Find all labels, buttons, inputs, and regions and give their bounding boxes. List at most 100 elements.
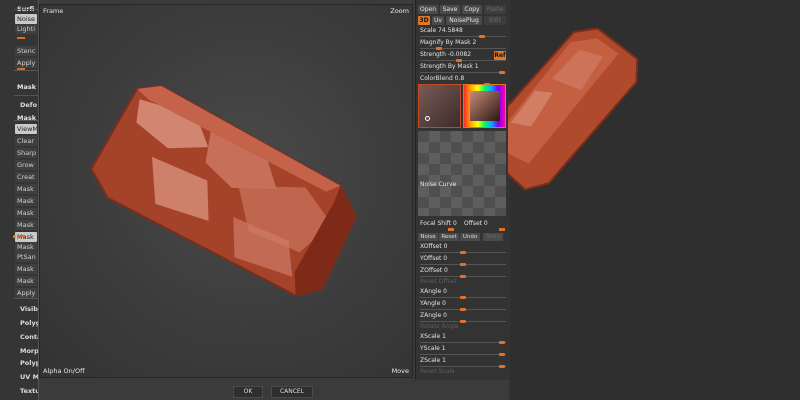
focal-shift-label[interactable]: Focal Shift xyxy=(420,220,451,227)
sub-palette-slider-knob[interactable] xyxy=(17,68,25,70)
sub-palette-item[interactable]: Apply xyxy=(15,58,37,68)
slider-knob[interactable] xyxy=(499,341,506,344)
sub-palette-item[interactable]: Noise xyxy=(15,14,37,24)
sub-palette-item[interactable]: PtSan xyxy=(15,252,37,262)
noise-curve-editor[interactable]: Noise Curve xyxy=(418,131,506,216)
save-button[interactable]: Save xyxy=(440,5,460,14)
ok-button[interactable]: OK xyxy=(233,386,263,398)
sub-palette-item[interactable]: Conta xyxy=(18,332,40,342)
copy-button[interactable]: Copy xyxy=(462,5,482,14)
slider[interactable]: ZOffset 0 xyxy=(418,267,506,278)
sub-palette-slider-knob[interactable] xyxy=(17,235,25,237)
slider[interactable]: YOffset 0 xyxy=(418,255,506,266)
slider-knob[interactable] xyxy=(499,71,506,74)
sub-palette-item[interactable]: ViewM xyxy=(15,124,37,134)
noise-maker-dialog: Frame Zoom Alpha On/Off Move Open Save C… xyxy=(38,0,510,400)
sub-palette-item[interactable]: Polyg xyxy=(18,318,40,328)
slider[interactable]: ZScale 1 xyxy=(418,357,506,368)
slider-knob[interactable] xyxy=(499,365,506,368)
slider[interactable]: Magnify By Mask 2 xyxy=(418,39,506,50)
slider[interactable]: Strength By Mask 1 xyxy=(418,63,506,74)
slider-knob[interactable] xyxy=(436,47,442,50)
noise-curve-label: Noise Curve xyxy=(420,181,457,188)
noise-preview-viewport[interactable]: Frame Zoom Alpha On/Off Move xyxy=(39,4,413,378)
sub-palette-item[interactable]: Mask xyxy=(15,208,37,218)
sub-palette-item[interactable]: UV M xyxy=(18,372,40,382)
sub-palette-item[interactable]: Lighti xyxy=(15,24,37,34)
slider-knob[interactable] xyxy=(460,296,466,299)
paste-button[interactable]: Paste xyxy=(484,5,506,14)
redo-curve-button[interactable]: Redo xyxy=(483,233,503,241)
slider[interactable]: YScale 1 xyxy=(418,345,506,356)
canvas-mesh xyxy=(508,27,639,191)
sub-palette-item[interactable]: Mask xyxy=(15,184,37,194)
sub-palette-item[interactable]: Stenc xyxy=(15,46,37,56)
reset-curve-button[interactable]: Reset xyxy=(439,233,459,241)
sub-palette-item[interactable]: Grow xyxy=(15,160,37,170)
slider[interactable]: XOffset 0 xyxy=(418,243,506,254)
slider-track[interactable] xyxy=(420,342,506,343)
sub-palette-item[interactable]: Mask xyxy=(15,276,37,286)
rotate-angle-button[interactable]: Rotate Angle xyxy=(420,323,459,330)
sub-palette-item[interactable]: Clear xyxy=(15,136,37,146)
offset-label[interactable]: Offset 0 xyxy=(464,220,488,227)
slider-knob[interactable] xyxy=(460,275,466,278)
sub-palette-item[interactable]: Mask xyxy=(15,232,37,242)
slider-knob[interactable] xyxy=(460,251,466,254)
sub-palette-item[interactable]: Mask xyxy=(15,82,37,92)
slider[interactable]: Strength -0.0082 xyxy=(418,51,506,62)
slider-knob[interactable] xyxy=(456,59,462,62)
sub-palette-item[interactable]: Polyp xyxy=(18,358,40,368)
sub-palette-item[interactable]: Mask xyxy=(15,220,37,230)
noise-settings-panel: Open Save Copy Paste 3D Uv NoisePlug Edi… xyxy=(415,0,510,400)
offset-knob[interactable] xyxy=(499,228,505,231)
slider[interactable]: XAngle 0 xyxy=(418,288,506,299)
reset-offset-button[interactable]: Reset Offset xyxy=(420,278,457,285)
slider-label: Strength -0.0082 xyxy=(420,51,472,58)
color-swatch-dark[interactable] xyxy=(418,84,461,128)
sub-palette-item[interactable]: Sharp xyxy=(15,148,37,158)
sub-palette-item[interactable]: Mask xyxy=(15,196,37,206)
slider-knob[interactable] xyxy=(460,320,466,323)
color-swatch-picker[interactable] xyxy=(463,84,506,128)
reset-scale-button[interactable]: Reset Scale xyxy=(420,368,455,375)
color-swatch-marker xyxy=(425,116,430,121)
sub-palette-item[interactable]: Visib xyxy=(18,304,40,314)
slider[interactable]: YAngle 0 xyxy=(418,300,506,311)
slider-label: XAngle 0 xyxy=(420,288,447,295)
sub-palette-item[interactable]: Mask xyxy=(15,242,37,252)
sub-palette-item[interactable]: Creat xyxy=(15,172,37,182)
focal-shift-knob[interactable] xyxy=(448,228,454,231)
slider-track[interactable] xyxy=(420,36,506,37)
sub-palette-item[interactable]: Apply xyxy=(15,288,37,298)
slider-knob[interactable] xyxy=(460,263,466,266)
sub-palette-item[interactable]: Textu xyxy=(18,386,40,396)
3d-mode-button[interactable]: 3D xyxy=(418,16,430,25)
sub-palette-item[interactable]: Mask xyxy=(15,113,37,123)
slider-label: Magnify By Mask 2 xyxy=(420,39,477,46)
open-button[interactable]: Open xyxy=(418,5,438,14)
undo-curve-button[interactable]: Undo xyxy=(460,233,480,241)
slider[interactable]: Scale 74.5848 xyxy=(418,27,506,38)
sub-palette-item[interactable]: Defo xyxy=(18,100,40,110)
slider[interactable]: XScale 1 xyxy=(418,333,506,344)
slider-knob[interactable] xyxy=(499,353,506,356)
focal-shift-value: 0 xyxy=(453,220,457,227)
cancel-button[interactable]: CANCEL xyxy=(271,386,313,398)
noise-curve-button[interactable]: Noise xyxy=(418,233,438,241)
slider-track[interactable] xyxy=(420,60,506,61)
slider[interactable]: ZAngle 0 xyxy=(418,312,506,323)
sub-palette-item[interactable]: Mask xyxy=(15,264,37,274)
slider-track[interactable] xyxy=(420,48,506,49)
ref-button[interactable]: Ref xyxy=(494,51,506,60)
slider-track[interactable] xyxy=(420,354,506,355)
slider-track[interactable] xyxy=(420,72,506,73)
edit-button[interactable]: Edit xyxy=(484,16,506,25)
sub-palette-item[interactable]: Morph xyxy=(18,346,40,356)
uv-mode-button[interactable]: Uv xyxy=(432,16,444,25)
slider-knob[interactable] xyxy=(460,308,466,311)
slider-knob[interactable] xyxy=(479,35,486,38)
noiseplug-button[interactable]: NoisePlug xyxy=(446,16,482,25)
slider-track[interactable] xyxy=(420,366,506,367)
sub-palette-slider-knob[interactable] xyxy=(17,37,25,39)
